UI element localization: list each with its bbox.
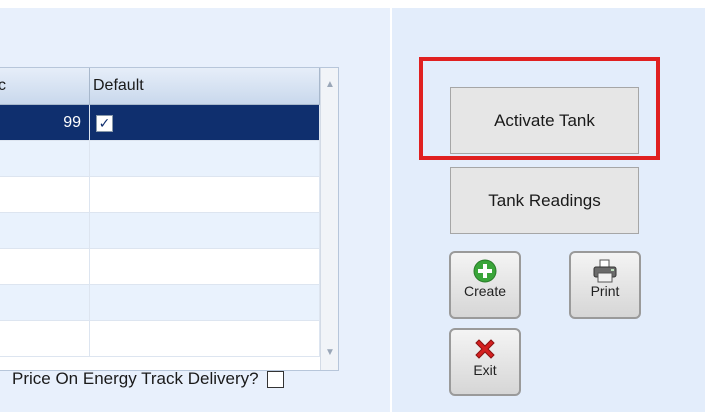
red-x-icon: [475, 339, 495, 359]
create-label: Create: [463, 283, 507, 299]
left-panel: c Default 99 ✓ ▲ ▼ Price On Energy Track …: [0, 8, 390, 412]
print-label: Print: [590, 283, 620, 299]
exit-label: Exit: [473, 362, 497, 378]
print-button[interactable]: Print: [569, 251, 641, 319]
grid-body: 99 ✓: [0, 105, 320, 357]
table-row[interactable]: [0, 321, 320, 357]
table-row[interactable]: [0, 285, 320, 321]
tank-readings-button[interactable]: Tank Readings: [450, 167, 639, 234]
create-button[interactable]: Create: [449, 251, 521, 319]
row-default-cell: [90, 249, 320, 285]
row-default-cell: [90, 321, 320, 357]
column-header-c[interactable]: c: [0, 68, 90, 104]
row-value-cell: [0, 321, 90, 357]
row-value-cell: [0, 213, 90, 249]
row-default-cell: [90, 213, 320, 249]
column-header-default[interactable]: Default: [90, 68, 320, 104]
row-value-cell: 99: [0, 105, 90, 141]
table-row[interactable]: [0, 177, 320, 213]
highlight-box: [419, 57, 660, 160]
default-checkbox[interactable]: ✓: [96, 114, 113, 132]
table-row[interactable]: [0, 249, 320, 285]
printer-icon: [593, 259, 617, 283]
row-value-cell: [0, 285, 90, 321]
scroll-down-icon[interactable]: ▼: [321, 344, 338, 362]
price-on-delivery-option: Price On Energy Track Delivery?: [12, 368, 284, 390]
row-default-cell: [90, 177, 320, 213]
tank-grid[interactable]: c Default 99 ✓ ▲ ▼: [0, 67, 339, 371]
exit-button[interactable]: Exit: [449, 328, 521, 396]
row-default-cell: [90, 141, 320, 177]
table-row[interactable]: [0, 213, 320, 249]
table-row[interactable]: 99 ✓: [0, 105, 320, 141]
grid-scrollbar[interactable]: ▲ ▼: [320, 68, 338, 370]
grid-header: c Default: [0, 68, 320, 105]
price-on-delivery-label: Price On Energy Track Delivery?: [12, 369, 259, 388]
row-value-cell: [0, 177, 90, 213]
price-on-delivery-checkbox[interactable]: [266, 370, 284, 388]
row-value-cell: [0, 249, 90, 285]
row-default-cell: [90, 285, 320, 321]
table-row[interactable]: [0, 141, 320, 177]
row-value-cell: [0, 141, 90, 177]
scroll-up-icon[interactable]: ▲: [321, 76, 338, 94]
row-default-cell: ✓: [90, 105, 320, 141]
plus-circle-icon: [473, 259, 497, 283]
